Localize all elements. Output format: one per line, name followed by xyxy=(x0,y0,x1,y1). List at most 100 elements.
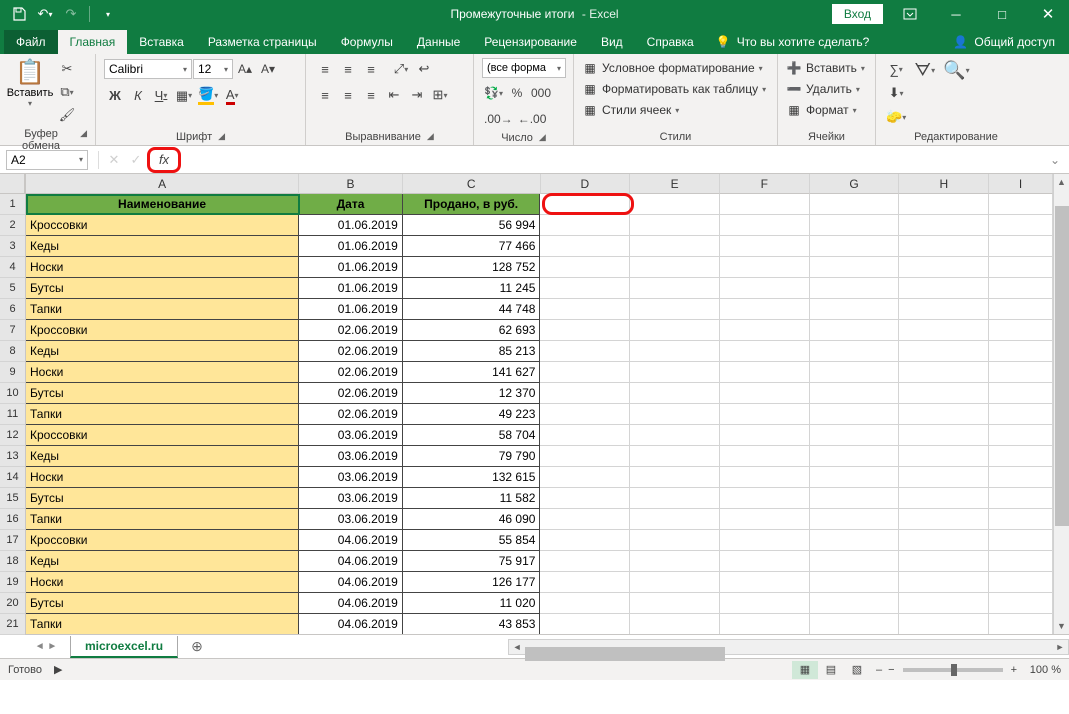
tab-insert[interactable]: Вставка xyxy=(127,30,196,54)
cell[interactable] xyxy=(899,488,989,509)
sheet-nav[interactable]: ◄ ► xyxy=(0,641,66,652)
cell[interactable] xyxy=(630,194,720,215)
cell[interactable] xyxy=(989,572,1053,593)
cell[interactable]: 02.06.2019 xyxy=(299,404,403,425)
cell[interactable] xyxy=(720,572,810,593)
cell[interactable] xyxy=(630,509,720,530)
column-header[interactable]: D xyxy=(541,174,631,194)
cell[interactable] xyxy=(630,320,720,341)
cell[interactable]: Кроссовки xyxy=(26,530,299,551)
cell[interactable] xyxy=(810,257,900,278)
cell[interactable]: 11 582 xyxy=(403,488,541,509)
cell[interactable]: 126 177 xyxy=(403,572,541,593)
cell[interactable] xyxy=(540,299,630,320)
align-right-icon[interactable]: ≡ xyxy=(360,84,382,106)
cell[interactable]: 128 752 xyxy=(403,257,541,278)
cell[interactable]: 03.06.2019 xyxy=(299,425,403,446)
cell[interactable] xyxy=(899,383,989,404)
cell[interactable]: 02.06.2019 xyxy=(299,341,403,362)
cell[interactable]: 04.06.2019 xyxy=(299,614,403,634)
cell[interactable] xyxy=(630,362,720,383)
cell[interactable]: Тапки xyxy=(26,509,299,530)
font-size-select[interactable]: 12▾ xyxy=(193,59,233,79)
cell[interactable] xyxy=(899,320,989,341)
dialog-launcher-icon[interactable]: ◢ xyxy=(218,131,225,143)
cell[interactable] xyxy=(899,530,989,551)
cell[interactable]: 01.06.2019 xyxy=(299,236,403,257)
cell[interactable] xyxy=(720,236,810,257)
cell[interactable]: 02.06.2019 xyxy=(299,320,403,341)
cell[interactable]: 12 370 xyxy=(403,383,541,404)
cell[interactable] xyxy=(720,320,810,341)
tab-review[interactable]: Рецензирование xyxy=(472,30,589,54)
cell[interactable] xyxy=(720,341,810,362)
wrap-text-icon[interactable]: ↩ xyxy=(413,58,435,80)
share-button[interactable]: 👤 Общий доступ xyxy=(939,30,1069,54)
cell[interactable] xyxy=(540,614,630,634)
header-cell[interactable]: Продано, в руб. xyxy=(403,194,541,215)
cell[interactable] xyxy=(720,425,810,446)
cell[interactable] xyxy=(630,425,720,446)
cell[interactable] xyxy=(630,614,720,634)
cell[interactable] xyxy=(540,236,630,257)
cell[interactable] xyxy=(720,404,810,425)
tab-formulas[interactable]: Формулы xyxy=(329,30,405,54)
increase-decimal-icon[interactable]: .00→ xyxy=(482,108,515,130)
column-header[interactable]: H xyxy=(899,174,989,194)
cell[interactable]: Кеды xyxy=(26,236,299,257)
row-header[interactable]: 12 xyxy=(0,425,25,446)
cell[interactable] xyxy=(540,551,630,572)
row-header[interactable]: 15 xyxy=(0,488,25,509)
scroll-thumb[interactable] xyxy=(1055,206,1069,526)
row-header[interactable]: 20 xyxy=(0,593,25,614)
horizontal-scrollbar[interactable]: ◄ ► xyxy=(508,639,1069,655)
maximize-icon[interactable]: □ xyxy=(983,0,1021,28)
align-center-icon[interactable]: ≡ xyxy=(337,84,359,106)
cell[interactable] xyxy=(630,215,720,236)
cell[interactable] xyxy=(540,488,630,509)
cell[interactable]: Кроссовки xyxy=(26,215,299,236)
cell[interactable] xyxy=(989,614,1053,634)
cell[interactable] xyxy=(899,236,989,257)
cell[interactable] xyxy=(540,404,630,425)
formula-input[interactable] xyxy=(181,150,1045,170)
scroll-right-icon[interactable]: ► xyxy=(1052,642,1068,652)
cell[interactable] xyxy=(810,572,900,593)
cell[interactable]: 03.06.2019 xyxy=(299,467,403,488)
orientation-icon[interactable]: ⤢▾ xyxy=(390,58,412,80)
cell[interactable] xyxy=(540,278,630,299)
cell[interactable] xyxy=(989,425,1053,446)
underline-button[interactable]: Ч▾ xyxy=(150,85,172,107)
decrease-indent-icon[interactable]: ⇤ xyxy=(383,84,405,106)
insert-function-icon[interactable]: fx xyxy=(153,150,175,170)
cell[interactable] xyxy=(720,383,810,404)
delete-cells-button[interactable]: ➖Удалить▾ xyxy=(786,79,860,99)
cell[interactable] xyxy=(810,530,900,551)
cell[interactable]: 01.06.2019 xyxy=(299,278,403,299)
cell[interactable] xyxy=(720,509,810,530)
cell[interactable]: 04.06.2019 xyxy=(299,551,403,572)
cell[interactable] xyxy=(899,404,989,425)
cell[interactable]: 01.06.2019 xyxy=(299,299,403,320)
cell[interactable] xyxy=(810,404,900,425)
cell[interactable]: Носки xyxy=(26,572,299,593)
cell[interactable] xyxy=(989,467,1053,488)
cell[interactable] xyxy=(989,551,1053,572)
cell[interactable]: 56 994 xyxy=(403,215,541,236)
cell[interactable] xyxy=(630,593,720,614)
cell[interactable]: 04.06.2019 xyxy=(299,593,403,614)
cell[interactable] xyxy=(899,194,989,215)
format-cells-button[interactable]: ▦Формат▾ xyxy=(786,100,857,120)
cell[interactable]: 01.06.2019 xyxy=(299,215,403,236)
cell[interactable] xyxy=(989,215,1053,236)
cancel-icon[interactable]: ✕ xyxy=(103,150,125,170)
decrease-font-icon[interactable]: A▾ xyxy=(257,58,279,80)
currency-icon[interactable]: 💱▾ xyxy=(482,82,505,104)
cell[interactable]: 03.06.2019 xyxy=(299,509,403,530)
insert-cells-button[interactable]: ➕Вставить▾ xyxy=(786,58,865,78)
cell[interactable] xyxy=(540,257,630,278)
bold-button[interactable]: Ж xyxy=(104,85,126,107)
cell[interactable]: Носки xyxy=(26,362,299,383)
cell[interactable] xyxy=(540,446,630,467)
undo-icon[interactable]: ↶▾ xyxy=(34,3,56,25)
